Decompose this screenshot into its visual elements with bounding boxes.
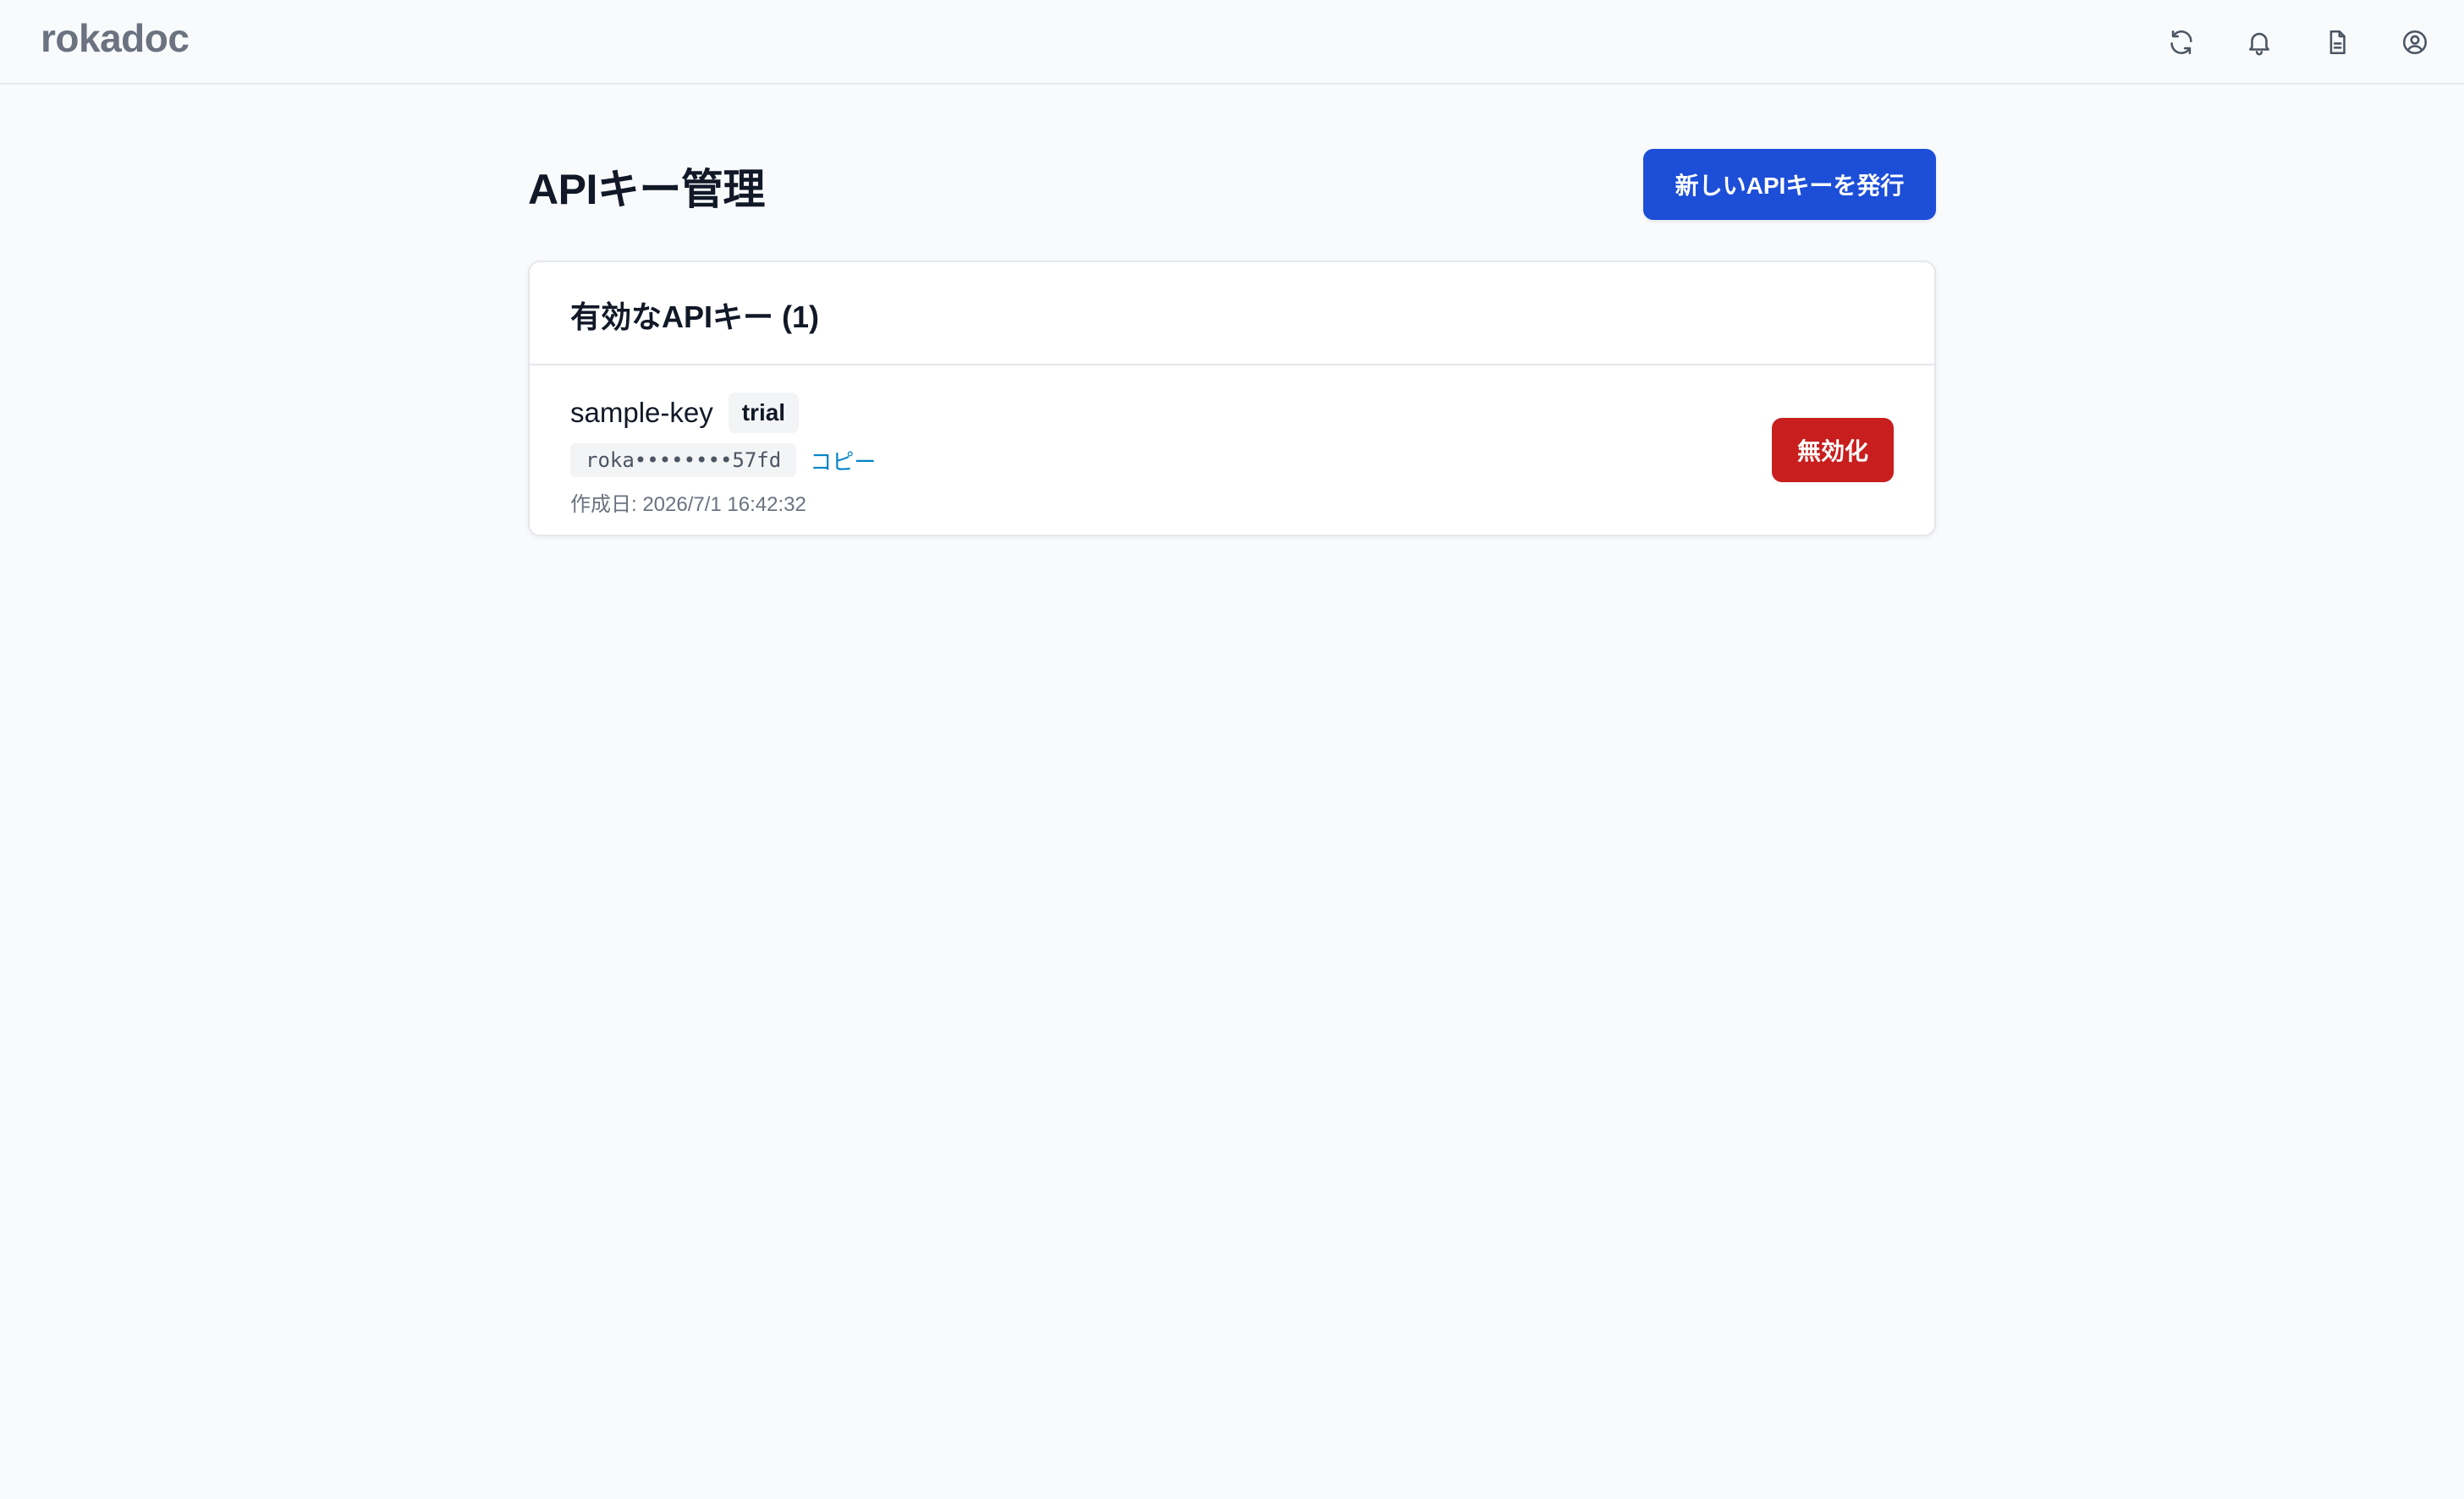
header-actions bbox=[2166, 0, 2430, 85]
user-circle-icon[interactable] bbox=[2400, 27, 2430, 58]
masked-api-key: roka••••••••57fd bbox=[570, 443, 797, 477]
brand-logo[interactable]: rokadoc bbox=[41, 15, 190, 61]
key-name-line: sample-key trial bbox=[570, 393, 800, 433]
page-title: APIキー管理 bbox=[528, 166, 765, 213]
key-value-line: roka••••••••57fd コピー bbox=[570, 443, 876, 477]
bell-icon[interactable] bbox=[2244, 27, 2274, 58]
card-header: 有効なAPIキー (1) bbox=[530, 262, 1934, 365]
top-nav-bar: rokadoc bbox=[0, 0, 2464, 85]
document-icon[interactable] bbox=[2322, 27, 2352, 58]
issue-new-api-key-button[interactable]: 新しいAPIキーを発行 bbox=[1643, 149, 1936, 220]
card-title: 有効なAPIキー (1) bbox=[570, 299, 820, 334]
key-name: sample-key bbox=[570, 397, 713, 428]
copy-key-link[interactable]: コピー bbox=[810, 445, 876, 476]
refresh-icon[interactable] bbox=[2166, 27, 2197, 58]
created-at-text: 作成日: 2026/7/1 16:42:32 bbox=[570, 493, 806, 516]
api-key-row: sample-key trial roka••••••••57fd コピー 作成… bbox=[530, 365, 1934, 535]
revoke-key-button[interactable]: 無効化 bbox=[1772, 418, 1894, 482]
plan-badge: trial bbox=[728, 393, 800, 433]
active-api-keys-card: 有効なAPIキー (1) sample-key trial roka••••••… bbox=[528, 261, 1936, 536]
